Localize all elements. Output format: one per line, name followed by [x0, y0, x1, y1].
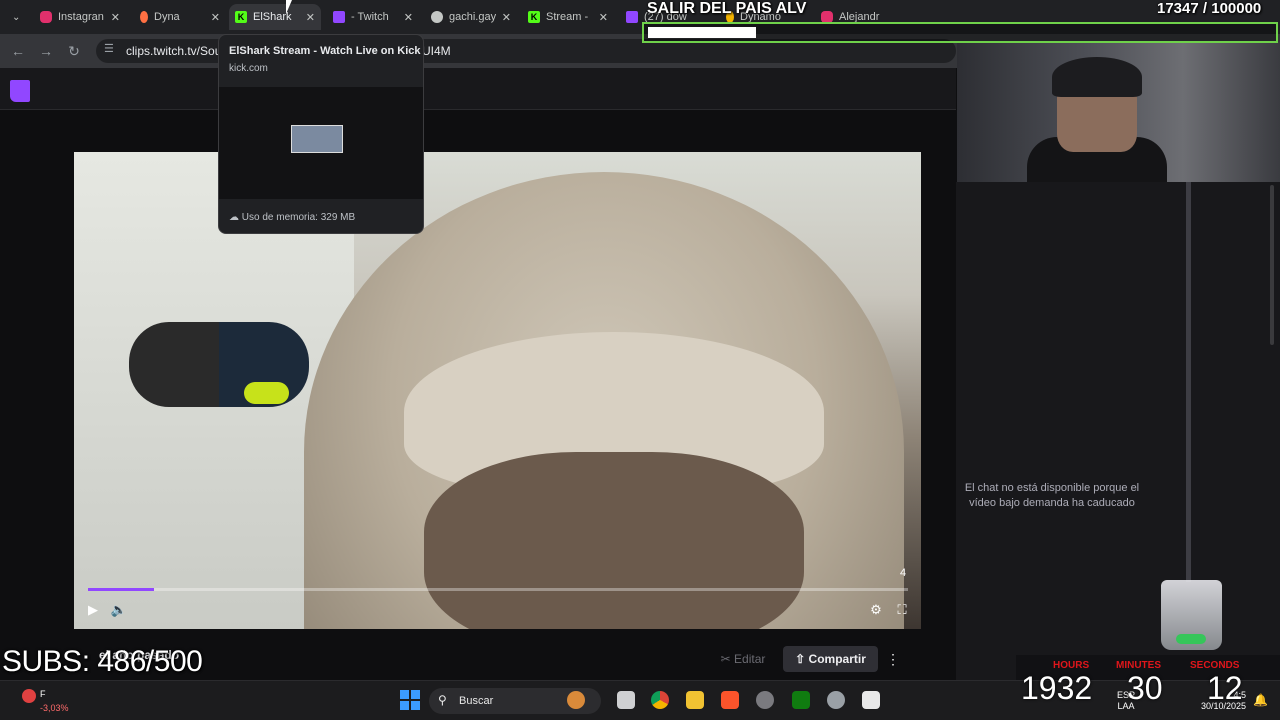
task-view-icon[interactable]	[617, 691, 635, 709]
tab-list-button[interactable]: ⌄	[6, 4, 28, 30]
timer-minutes: 30	[1127, 670, 1163, 706]
video-frame-face	[424, 452, 804, 629]
video-frame-helmet-visor	[244, 382, 289, 404]
url-text: clips.twitch.tv/Sour	[126, 44, 226, 58]
url-tail-text: UI4M	[422, 44, 451, 58]
search-placeholder: Buscar	[459, 695, 494, 707]
tab-label: gachi.gay	[449, 11, 496, 23]
upload-icon: ⇧	[795, 652, 806, 666]
video-progress-bar[interactable]	[88, 588, 908, 591]
preview-memory-usage: ☁ Uso de memoria: 329 MB	[229, 212, 355, 223]
dyna-icon	[140, 11, 148, 23]
chat-panel	[956, 182, 1280, 680]
close-icon[interactable]: ✕	[111, 11, 120, 24]
tab-hover-preview: ElShark Stream - Watch Live on Kick kick…	[218, 34, 424, 234]
tab-label: - Twitch	[351, 11, 389, 23]
globe-icon	[431, 11, 443, 23]
close-icon[interactable]: ✕	[404, 11, 413, 24]
tab-label: Instagran	[58, 11, 104, 23]
preview-title: ElShark Stream - Watch Live on Kick	[229, 45, 421, 57]
app-icon[interactable]	[756, 691, 774, 709]
obs-icon[interactable]	[862, 691, 880, 709]
forward-arrow-icon[interactable]: →	[37, 42, 55, 60]
fullscreen-icon[interactable]: ⛶	[893, 601, 911, 619]
overlay-pole	[1186, 182, 1191, 582]
brave-icon[interactable]	[721, 691, 739, 709]
close-icon[interactable]: ✕	[306, 11, 315, 24]
search-highlight-icon	[567, 691, 585, 709]
tab-label: Stream -	[546, 11, 589, 23]
goal-progress-fill	[648, 27, 757, 38]
reload-icon[interactable]: ↻	[65, 42, 83, 60]
twitch-logo-icon[interactable]	[10, 80, 30, 102]
scissors-icon: ✂	[720, 652, 731, 666]
preview-domain: kick.com	[229, 63, 268, 74]
goal-target: / 100000	[1202, 0, 1262, 17]
play-icon[interactable]: ▶	[84, 601, 102, 619]
tab-elshark[interactable]: K ElShark ✕	[229, 4, 321, 30]
chat-scrollbar[interactable]	[1270, 185, 1274, 345]
streamer-webcam	[957, 42, 1280, 182]
xbox-icon[interactable]	[792, 691, 810, 709]
tab-gachi[interactable]: gachi.gay ✕	[425, 4, 517, 30]
preview-thumbnail-video	[291, 125, 343, 153]
goal-progress-bar	[642, 22, 1278, 43]
chevron-down-icon: ⌄	[12, 11, 21, 23]
volume-icon[interactable]: 🔈	[110, 601, 128, 619]
settings-gear-icon[interactable]: ⚙	[867, 601, 885, 619]
kick-icon: K	[235, 11, 247, 23]
file-explorer-icon[interactable]	[686, 691, 704, 709]
video-player[interactable]	[74, 152, 921, 629]
weather-change: -3,03%	[40, 703, 69, 713]
tab-stream[interactable]: K Stream - ✕	[522, 4, 614, 30]
webcam-person-hat	[1052, 57, 1142, 97]
goal-current: 17347	[1157, 0, 1199, 17]
subs-counter: SUBS: 486/500	[2, 645, 203, 678]
video-progress-fill	[88, 588, 154, 591]
more-options-icon[interactable]: ⋮	[884, 648, 902, 670]
twitch-icon	[333, 11, 345, 23]
notification-bell-icon[interactable]: 🔔	[1253, 693, 1268, 707]
preview-thumbnail	[219, 87, 423, 199]
close-icon[interactable]: ✕	[599, 11, 608, 24]
tab-dyna[interactable]: Dyna ✕	[134, 4, 226, 30]
search-icon: ⚲	[438, 693, 447, 707]
memory-text: Uso de memoria: 329 MB	[241, 212, 356, 223]
weather-temp: F	[40, 689, 46, 699]
chat-unavailable-message: El chat no está disponible porque el víd…	[964, 482, 1140, 509]
kick-icon: K	[528, 11, 540, 23]
windows-start-icon[interactable]	[400, 690, 420, 710]
instagram-icon	[40, 11, 52, 23]
timer-hours: 1932	[1021, 670, 1093, 706]
close-icon[interactable]: ✕	[502, 11, 511, 24]
tab-label: Dyna	[154, 11, 180, 23]
memory-icon: ☁	[229, 212, 239, 223]
clip-time-marker: 4	[900, 567, 907, 579]
site-settings-icon[interactable]: ☰	[104, 42, 114, 55]
twitch-header	[0, 68, 956, 110]
timer-seconds: 12	[1207, 670, 1243, 706]
settings-icon[interactable]	[827, 691, 845, 709]
goal-count: 17347 / 100000	[1157, 0, 1261, 17]
tab-twitch[interactable]: - Twitch ✕	[327, 4, 419, 30]
glass-chips	[1176, 634, 1206, 644]
edit-button: ✂ Editar	[708, 647, 778, 671]
back-arrow-icon[interactable]: ←	[9, 42, 27, 60]
twitch-icon	[626, 11, 638, 23]
tab-instagram[interactable]: Instagran ✕	[34, 4, 126, 30]
mouse-cursor-icon	[286, 0, 298, 14]
weather-icon[interactable]	[22, 689, 36, 703]
goal-title: SALIR DEL PAIS ALV	[647, 0, 807, 17]
share-label: Compartir	[808, 652, 866, 666]
chrome-icon[interactable]	[651, 691, 669, 709]
close-icon[interactable]: ✕	[211, 11, 220, 24]
share-button[interactable]: ⇧ Compartir	[783, 646, 878, 672]
edit-label: Editar	[734, 652, 766, 666]
